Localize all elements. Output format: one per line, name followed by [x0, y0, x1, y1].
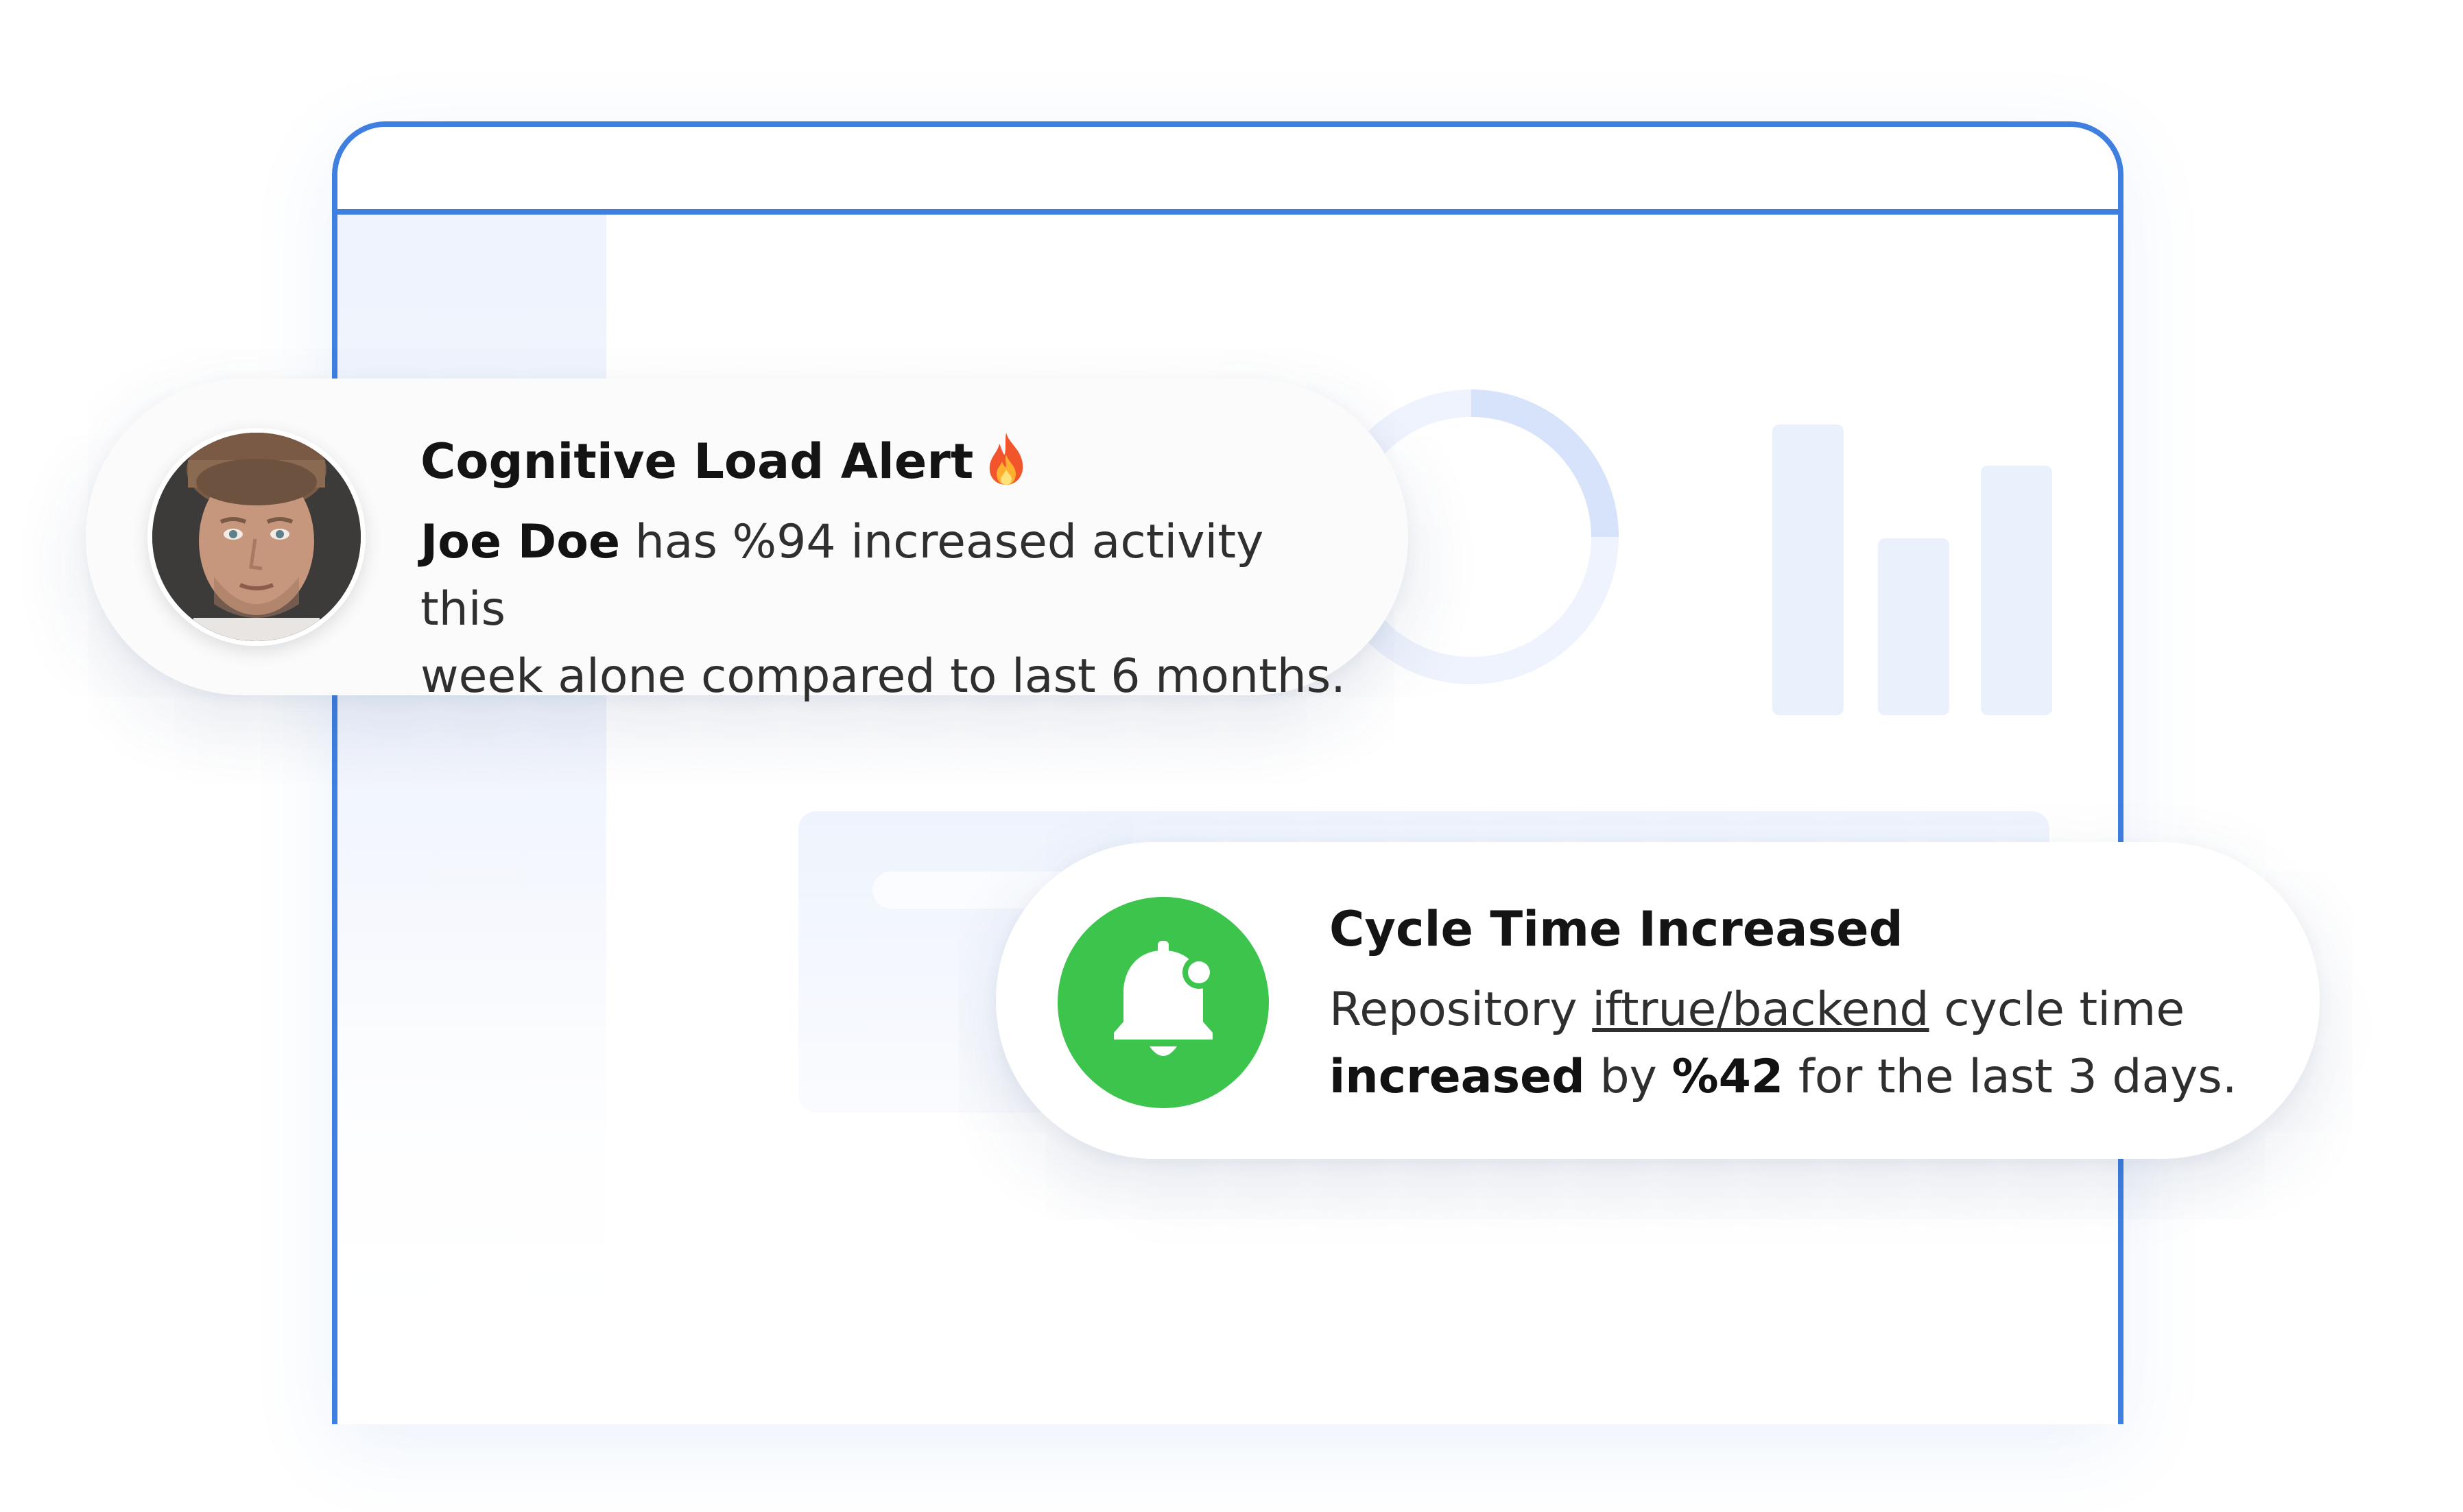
bar-placeholder-1	[1772, 424, 1844, 715]
avatar	[147, 428, 366, 646]
window-title-bar	[337, 127, 2118, 215]
cycle-time-alert-card[interactable]: Cycle Time Increased Repository iftrue/b…	[996, 842, 2320, 1159]
alert-title: Cognitive Load Alert	[420, 433, 974, 490]
fire-icon	[990, 433, 1023, 485]
repository-link[interactable]: iftrue/backend	[1592, 983, 1929, 1037]
bell-notification-icon	[1114, 941, 1215, 1056]
alert-title: Cycle Time Increased	[1329, 901, 1903, 957]
increase-percent: %42	[1671, 1050, 1784, 1104]
person-name[interactable]: Joe Doe	[420, 515, 620, 569]
bar-placeholder-2	[1878, 538, 1949, 715]
bar-placeholder-3	[1981, 466, 2052, 715]
notification-badge	[1058, 897, 1269, 1108]
cognitive-load-alert-card[interactable]: Cognitive Load Alert Joe Doe has %94 inc…	[86, 379, 1408, 704]
alert-message: Repository iftrue/backend cycle time inc…	[1329, 983, 2237, 1104]
dashboard-mockup-window	[332, 121, 2123, 1424]
alert-message: Joe Doe has %94 increased activity this …	[420, 515, 1346, 704]
avatar-icon	[152, 433, 361, 641]
